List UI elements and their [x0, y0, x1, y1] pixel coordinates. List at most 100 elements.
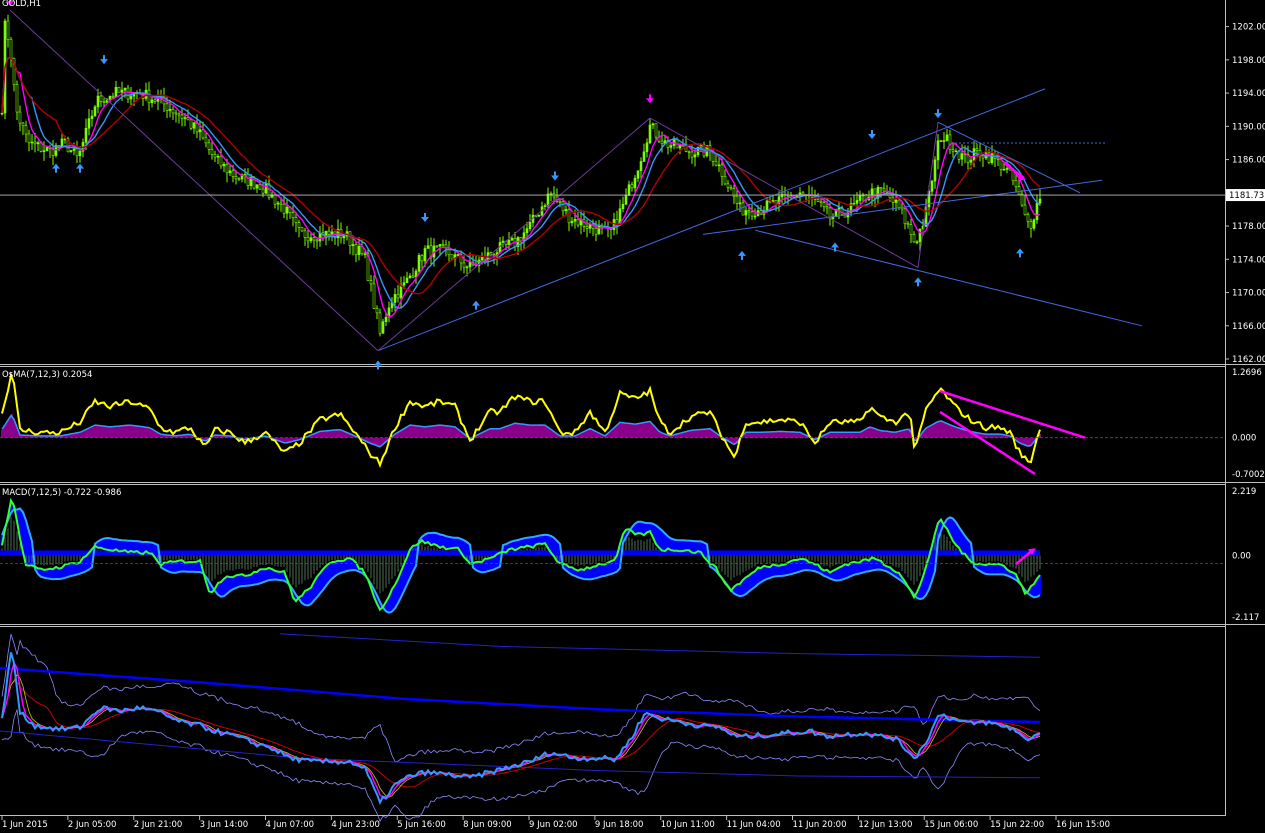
candle: [84, 127, 88, 143]
candle: [309, 237, 313, 242]
candle: [537, 214, 541, 217]
candle: [858, 194, 862, 201]
candle: [1017, 186, 1021, 195]
candle: [27, 133, 31, 144]
candle: [396, 294, 400, 299]
candle: [15, 84, 19, 113]
candle: [402, 282, 406, 286]
chart-canvas[interactable]: GOLD,H1 OsMA(7,12,3) 0.2054 MACD(7,12,5)…: [0, 0, 1265, 830]
candle: [420, 255, 424, 262]
candle: [462, 262, 466, 268]
candle: [630, 184, 634, 189]
price-axis: 1202.001198.001194.001190.001186.001182.…: [1225, 23, 1265, 623]
candle: [117, 86, 121, 93]
candle: [237, 178, 241, 181]
candle: [939, 140, 943, 142]
candle: [171, 109, 175, 114]
time-tick-label: 11 Jun 04:00: [727, 820, 781, 829]
price-tick-label: 1162.00: [1232, 355, 1265, 365]
candle: [204, 137, 208, 144]
candle: [108, 95, 112, 100]
candle: [873, 188, 877, 199]
candle: [438, 244, 442, 247]
osma-tick-label: -0.7002: [1232, 470, 1265, 480]
candle: [300, 226, 304, 232]
candle: [312, 237, 316, 241]
time-tick-label: 4 Jun 07:00: [266, 820, 315, 829]
band-price-line: [1, 652, 1041, 805]
candle: [99, 95, 103, 102]
candle: [627, 184, 631, 196]
zigzag-line: [9, 9, 379, 352]
candle: [405, 277, 409, 283]
candle: [36, 142, 40, 145]
candle: [735, 195, 739, 204]
candle: [198, 129, 202, 133]
candle: [930, 180, 934, 192]
price-tick-label: 1174.00: [1232, 255, 1265, 265]
candle: [72, 148, 76, 151]
candle: [369, 280, 373, 285]
long-ma-line: [0, 666, 1041, 724]
osma-line: [1, 371, 1041, 469]
candle: [219, 155, 223, 167]
candle: [1029, 221, 1033, 229]
time-tick-label: 10 Jun 11:00: [661, 820, 715, 829]
candle: [912, 234, 916, 243]
candle: [816, 199, 820, 202]
fractal-down-icon: [551, 171, 559, 181]
candle: [33, 141, 37, 145]
candle: [306, 237, 310, 242]
band-mid-line: [1, 680, 1041, 788]
candle: [738, 202, 742, 205]
candle: [687, 151, 691, 153]
candle: [18, 111, 22, 124]
candle: [273, 194, 277, 205]
current-price-label: 1181.73: [1229, 191, 1264, 201]
candle: [393, 294, 397, 303]
candle: [180, 114, 184, 119]
bands-panel[interactable]: [0, 633, 1041, 822]
price-tick-label: 1178.00: [1232, 222, 1265, 232]
candle: [639, 161, 643, 171]
candle: [1038, 198, 1042, 204]
osma-panel[interactable]: [0, 371, 1225, 476]
candle: [408, 275, 412, 279]
price-tick-label: 1186.00: [1232, 156, 1265, 166]
candle: [120, 89, 124, 93]
fractal-up-icon: [76, 163, 84, 173]
macd-panel[interactable]: [0, 497, 1225, 614]
price-tick-label: 1170.00: [1232, 289, 1265, 299]
candle: [1014, 180, 1018, 187]
fractal-down-icon: [646, 94, 654, 104]
candle: [621, 203, 625, 210]
candle: [1023, 204, 1027, 215]
candle: [294, 217, 298, 223]
candle: [201, 129, 205, 139]
candle: [174, 112, 178, 115]
trading-terminal: GOLD,H1 OsMA(7,12,3) 0.2054 MACD(7,12,5)…: [0, 0, 1265, 830]
candle: [285, 206, 289, 214]
time-tick-label: 2 Jun 21:00: [134, 820, 183, 829]
candle: [276, 202, 280, 205]
candle: [384, 316, 388, 323]
candle: [1002, 168, 1006, 171]
candle: [573, 218, 577, 222]
candle: [720, 164, 724, 177]
candle: [648, 124, 652, 144]
candle: [642, 151, 646, 162]
candle: [372, 283, 376, 309]
candle: [558, 201, 562, 203]
candle: [258, 184, 262, 190]
candle: [186, 117, 190, 121]
price-panel[interactable]: [0, 0, 1225, 370]
candle: [231, 170, 235, 177]
candle: [456, 254, 460, 256]
candle: [465, 266, 469, 269]
candle: [693, 154, 697, 158]
candle: [741, 202, 745, 216]
fractal-up-icon: [914, 277, 922, 287]
candle: [75, 148, 79, 157]
fractal-down-icon: [421, 213, 429, 223]
candle: [948, 134, 952, 150]
